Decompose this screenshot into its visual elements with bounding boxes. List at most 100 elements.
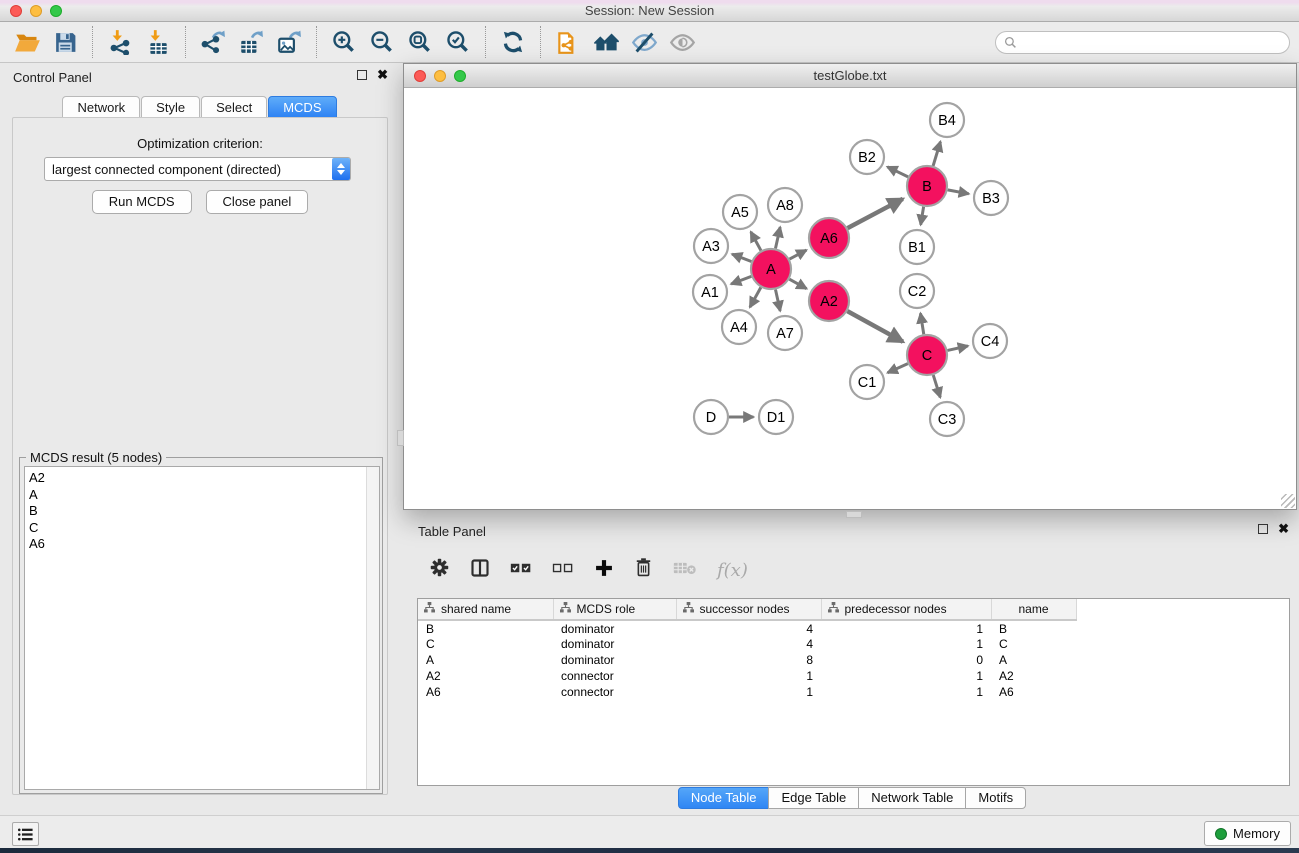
zoom-in-icon[interactable] bbox=[325, 25, 363, 59]
graph-edge-A-A6[interactable] bbox=[790, 250, 807, 259]
table-cell[interactable]: 0 bbox=[821, 652, 991, 668]
table-row[interactable]: A6connector11A6 bbox=[418, 684, 1289, 700]
search-input[interactable] bbox=[1017, 34, 1289, 52]
graph-edge-B-B4[interactable] bbox=[933, 142, 940, 166]
table-cell[interactable]: 1 bbox=[821, 684, 991, 700]
hide-selected-eye-slash-icon[interactable] bbox=[625, 25, 663, 59]
table-row[interactable]: Bdominator41B bbox=[418, 620, 1289, 636]
zoom-fit-icon[interactable] bbox=[401, 25, 439, 59]
close-panel-icon[interactable]: ✖ bbox=[377, 70, 388, 80]
window-resize-grip[interactable] bbox=[1281, 494, 1295, 508]
float-table-panel-icon[interactable] bbox=[1258, 524, 1268, 534]
table-cell[interactable]: A2 bbox=[418, 668, 553, 684]
apply-layout-icon[interactable] bbox=[494, 25, 532, 59]
memory-button[interactable]: Memory bbox=[1204, 821, 1291, 846]
export-table-icon[interactable] bbox=[232, 25, 270, 59]
graph-node-B3[interactable]: B3 bbox=[974, 181, 1008, 215]
table-cell[interactable]: B bbox=[991, 620, 1076, 636]
graph-node-A8[interactable]: A8 bbox=[768, 188, 802, 222]
graph-edge-C-C2[interactable] bbox=[920, 313, 923, 334]
graph-node-C1[interactable]: C1 bbox=[850, 365, 884, 399]
table-cell[interactable]: 4 bbox=[676, 620, 821, 636]
graph-edge-A-A2[interactable] bbox=[789, 279, 806, 288]
graph-node-A7[interactable]: A7 bbox=[768, 316, 802, 350]
table-cell[interactable]: 8 bbox=[676, 652, 821, 668]
graph-edge-A-A8[interactable] bbox=[775, 227, 780, 248]
export-network-icon[interactable] bbox=[194, 25, 232, 59]
tab-motifs[interactable]: Motifs bbox=[965, 787, 1026, 809]
graph-node-A[interactable]: A bbox=[751, 249, 791, 289]
table-cell[interactable]: 1 bbox=[821, 620, 991, 636]
table-cell[interactable]: dominator bbox=[553, 636, 676, 652]
graph-edge-A-A4[interactable] bbox=[750, 287, 761, 307]
open-session-icon[interactable] bbox=[8, 25, 46, 59]
table-cell[interactable]: A6 bbox=[418, 684, 553, 700]
graph-node-C4[interactable]: C4 bbox=[973, 324, 1007, 358]
graph-edge-B-B3[interactable] bbox=[948, 190, 969, 194]
table-settings-gear-icon[interactable] bbox=[429, 557, 450, 583]
graph-node-D[interactable]: D bbox=[694, 400, 728, 434]
network-canvas[interactable]: ABCA6A2A1A3A4A5A7A8B1B2B3B4C1C2C3C4DD1 bbox=[404, 88, 1296, 509]
graph-node-C[interactable]: C bbox=[907, 335, 947, 375]
table-cell[interactable]: connector bbox=[553, 668, 676, 684]
graph-edge-B-B1[interactable] bbox=[921, 207, 924, 225]
import-network-icon[interactable] bbox=[101, 25, 139, 59]
deselect-all-rows-icon[interactable] bbox=[552, 560, 574, 581]
tab-network-table[interactable]: Network Table bbox=[858, 787, 966, 809]
run-mcds-button[interactable]: Run MCDS bbox=[92, 190, 192, 214]
result-list-item[interactable]: A2 bbox=[29, 470, 379, 487]
graph-edge-A-A7[interactable] bbox=[775, 290, 780, 311]
graph-node-A1[interactable]: A1 bbox=[693, 275, 727, 309]
column-header-predecessor-nodes[interactable]: predecessor nodes bbox=[821, 599, 991, 620]
import-table-icon[interactable] bbox=[139, 25, 177, 59]
table-cell[interactable]: 1 bbox=[676, 684, 821, 700]
graph-node-B1[interactable]: B1 bbox=[900, 230, 934, 264]
table-cell[interactable]: 1 bbox=[821, 636, 991, 652]
graph-node-C3[interactable]: C3 bbox=[930, 402, 964, 436]
result-list-item[interactable]: A bbox=[29, 487, 379, 504]
column-header-successor-nodes[interactable]: successor nodes bbox=[676, 599, 821, 620]
table-row[interactable]: A2connector11A2 bbox=[418, 668, 1289, 684]
table-row[interactable]: Cdominator41C bbox=[418, 636, 1289, 652]
result-list-scrollbar[interactable] bbox=[366, 467, 379, 789]
graph-node-A2[interactable]: A2 bbox=[809, 281, 849, 321]
graph-edge-A-A3[interactable] bbox=[732, 254, 751, 261]
network-from-selection-icon[interactable] bbox=[549, 25, 587, 59]
delete-column-trash-icon[interactable] bbox=[634, 557, 653, 583]
search-box[interactable] bbox=[995, 31, 1290, 54]
graph-node-A6[interactable]: A6 bbox=[809, 218, 849, 258]
select-stepper-icon[interactable] bbox=[332, 158, 350, 180]
zoom-selected-icon[interactable] bbox=[439, 25, 477, 59]
column-header-shared-name[interactable]: shared name bbox=[418, 599, 553, 620]
tab-node-table[interactable]: Node Table bbox=[678, 787, 770, 809]
table-cell[interactable]: 1 bbox=[821, 668, 991, 684]
graph-node-B[interactable]: B bbox=[907, 166, 947, 206]
graph-edge-C-C4[interactable] bbox=[947, 346, 967, 351]
result-list-item[interactable]: B bbox=[29, 503, 379, 520]
tab-edge-table[interactable]: Edge Table bbox=[768, 787, 859, 809]
save-session-icon[interactable] bbox=[46, 25, 84, 59]
home-icon[interactable] bbox=[587, 25, 625, 59]
vertical-split-handle[interactable] bbox=[397, 430, 404, 446]
graph-node-B4[interactable]: B4 bbox=[930, 103, 964, 137]
result-list-item[interactable]: A6 bbox=[29, 536, 379, 553]
table-row[interactable]: Adominator80A bbox=[418, 652, 1289, 668]
graph-node-A5[interactable]: A5 bbox=[723, 195, 757, 229]
table-cell[interactable]: A bbox=[991, 652, 1076, 668]
table-cell[interactable]: dominator bbox=[553, 652, 676, 668]
mcds-result-list[interactable]: A2ABCA6 bbox=[24, 466, 380, 790]
task-history-button[interactable] bbox=[12, 822, 39, 846]
float-panel-icon[interactable] bbox=[357, 70, 367, 80]
tab-select[interactable]: Select bbox=[201, 96, 267, 118]
graph-node-C2[interactable]: C2 bbox=[900, 274, 934, 308]
graph-node-A3[interactable]: A3 bbox=[694, 229, 728, 263]
table-cell[interactable]: 4 bbox=[676, 636, 821, 652]
network-window-titlebar[interactable]: testGlobe.txt bbox=[404, 64, 1296, 88]
tab-network[interactable]: Network bbox=[62, 96, 140, 118]
graph-edge-A-A5[interactable] bbox=[751, 232, 761, 251]
result-list-item[interactable]: C bbox=[29, 520, 379, 537]
export-image-icon[interactable] bbox=[270, 25, 308, 59]
zoom-out-icon[interactable] bbox=[363, 25, 401, 59]
column-header-mcds-role[interactable]: MCDS role bbox=[553, 599, 676, 620]
table-cell[interactable]: A6 bbox=[991, 684, 1076, 700]
